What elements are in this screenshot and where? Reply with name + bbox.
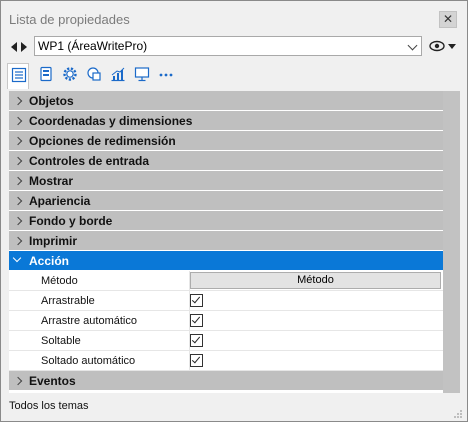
window-title: Lista de propiedades	[9, 12, 130, 27]
soltable-checkbox[interactable]	[190, 334, 203, 347]
category-mostrar[interactable]: Mostrar	[9, 171, 443, 191]
property-list-window: Lista de propiedades ✕ WP1 (ÁreaWritePro…	[0, 0, 468, 422]
category-label: Opciones de redimensión	[29, 134, 176, 148]
chevron-down-icon	[407, 40, 418, 51]
monitor-icon[interactable]	[131, 63, 153, 85]
category-eventos[interactable]: Eventos	[9, 371, 443, 391]
theme-toolbar	[1, 61, 467, 89]
metodo-button[interactable]: Método	[190, 272, 441, 289]
object-dropdown[interactable]: WP1 (ÁreaWritePro)	[34, 36, 422, 56]
chevron-right-icon	[13, 216, 23, 226]
chevron-right-icon	[13, 236, 23, 246]
property-label: Método	[41, 275, 78, 287]
property-label: Soltable	[41, 335, 81, 347]
chevron-right-icon	[13, 376, 23, 386]
property-row-metodo: Método Método	[9, 271, 443, 291]
category-label: Fondo y borde	[29, 214, 113, 228]
property-row-soltado-automatico: Soltado automático	[9, 351, 443, 371]
vertical-scrollbar[interactable]	[443, 91, 460, 393]
list-icon[interactable]	[7, 63, 29, 89]
category-label: Acción	[29, 254, 70, 268]
category-label: Mostrar	[29, 174, 74, 188]
category-fondo-borde[interactable]: Fondo y borde	[9, 211, 443, 231]
category-objetos[interactable]: Objetos	[9, 91, 443, 111]
object-selector-row: WP1 (ÁreaWritePro)	[1, 35, 467, 59]
previous-object-icon[interactable]	[11, 42, 17, 52]
category-controles-entrada[interactable]: Controles de entrada	[9, 151, 443, 171]
close-button[interactable]: ✕	[439, 11, 457, 28]
chevron-right-icon	[13, 136, 23, 146]
category-label: Controles de entrada	[29, 154, 150, 168]
chevron-right-icon	[13, 156, 23, 166]
category-label: Eventos	[29, 374, 76, 388]
resize-grip-icon[interactable]	[453, 409, 463, 419]
property-row-arrastre-automatico: Arrastre automático	[9, 311, 443, 331]
property-row-soltable: Soltable	[9, 331, 443, 351]
status-bar: Todos los temas	[1, 397, 467, 421]
category-imprimir[interactable]: Imprimir	[9, 231, 443, 251]
next-object-icon[interactable]	[21, 42, 27, 52]
arrastre-automatico-checkbox[interactable]	[190, 314, 203, 327]
form-icon[interactable]	[35, 63, 57, 85]
chevron-right-icon	[13, 96, 23, 106]
eye-icon[interactable]	[429, 40, 445, 52]
property-label: Arrastre automático	[41, 315, 137, 327]
property-row-arrastrable: Arrastrable	[9, 291, 443, 311]
chevron-down-icon	[12, 253, 22, 263]
soltado-automatico-checkbox[interactable]	[190, 354, 203, 367]
property-grid: Objetos Coordenadas y dimensiones Opcion…	[9, 91, 443, 393]
chevron-right-icon	[13, 116, 23, 126]
category-apariencia[interactable]: Apariencia	[9, 191, 443, 211]
view-menu-caret-icon[interactable]	[448, 44, 456, 49]
shapes-icon[interactable]	[83, 63, 105, 85]
property-label: Arrastrable	[41, 295, 95, 307]
chevron-right-icon	[13, 196, 23, 206]
category-label: Imprimir	[29, 234, 78, 248]
title-bar[interactable]: Lista de propiedades ✕	[1, 1, 467, 35]
object-dropdown-value: WP1 (ÁreaWritePro)	[38, 39, 148, 53]
arrastrable-checkbox[interactable]	[190, 294, 203, 307]
category-redimension[interactable]: Opciones de redimensión	[9, 131, 443, 151]
category-label: Objetos	[29, 94, 74, 108]
category-label: Apariencia	[29, 194, 91, 208]
chart-icon[interactable]	[107, 63, 129, 85]
category-coordenadas[interactable]: Coordenadas y dimensiones	[9, 111, 443, 131]
category-accion[interactable]: Acción	[9, 251, 443, 271]
more-icon[interactable]	[155, 63, 177, 85]
close-icon: ✕	[442, 12, 454, 26]
status-text: Todos los temas	[9, 400, 89, 412]
scrollbar-thumb[interactable]	[443, 91, 460, 393]
category-label: Coordenadas y dimensiones	[29, 114, 193, 128]
chevron-right-icon	[13, 176, 23, 186]
property-label: Soltado automático	[41, 355, 136, 367]
gear-icon[interactable]	[59, 63, 81, 85]
